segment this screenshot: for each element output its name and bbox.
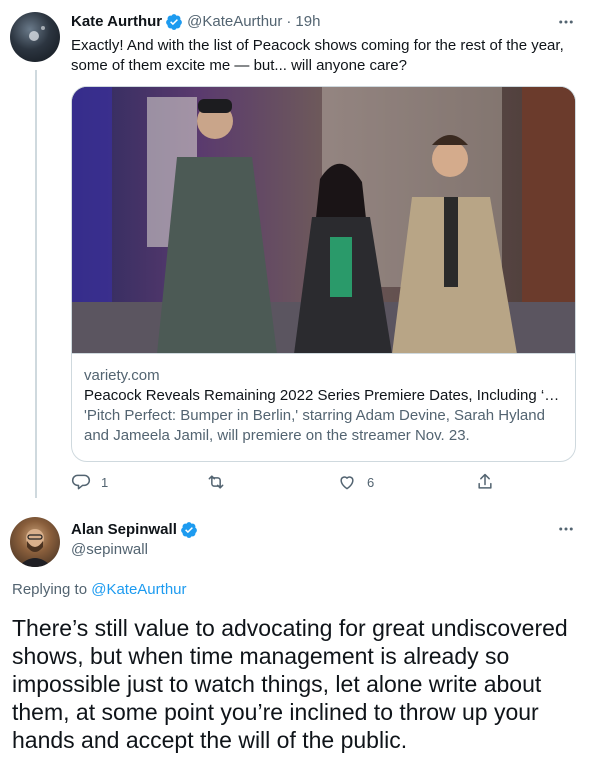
replying-prefix: Replying to xyxy=(12,581,88,598)
tweet-header: Alan Sepinwall @sepinwall xyxy=(71,520,198,560)
card-image[interactable] xyxy=(72,87,575,354)
author-handle[interactable]: @sepinwall xyxy=(71,540,198,560)
timestamp[interactable]: 19h xyxy=(295,12,320,32)
replying-to: Replying to @KateAurthur xyxy=(12,580,187,600)
link-card[interactable]: variety.com Peacock Reveals Remaining 20… xyxy=(71,86,576,462)
thread-connector-line xyxy=(35,70,37,498)
tweet-content: Kate Aurthur @KateAurthur · 19h Exactly!… xyxy=(71,12,581,76)
replying-to-link[interactable]: @KateAurthur xyxy=(91,581,186,598)
like-icon xyxy=(340,476,354,490)
reply-button[interactable]: 1 xyxy=(71,472,108,492)
avatar-photo-icon xyxy=(29,26,45,41)
retweet-button[interactable] xyxy=(205,472,237,492)
author-name[interactable]: Alan Sepinwall xyxy=(71,520,177,540)
card-domain: variety.com xyxy=(84,367,160,384)
avatar[interactable] xyxy=(10,517,60,567)
verified-badge-icon xyxy=(180,522,197,538)
verified-badge-icon xyxy=(166,14,182,30)
more-icon xyxy=(559,527,573,531)
tweet-text: Exactly! And with the list of Peacock sh… xyxy=(71,37,564,74)
card-body: variety.com Peacock Reveals Remaining 20… xyxy=(72,354,575,446)
tweet-actions: 1 6 xyxy=(71,472,511,496)
author-name[interactable]: Kate Aurthur xyxy=(71,12,162,32)
avatar-photo-icon xyxy=(18,529,52,567)
share-icon xyxy=(478,473,492,489)
card-description: 'Pitch Perfect: Bumper in Berlin,' starr… xyxy=(84,407,545,444)
author-handle[interactable]: @KateAurthur xyxy=(187,12,282,32)
separator-dot: · xyxy=(286,13,292,30)
reply-icon xyxy=(71,474,91,490)
card-title[interactable]: Peacock Reveals Remaining 2022 Series Pr… xyxy=(84,386,563,406)
card-photo-icon xyxy=(72,87,575,353)
tweet-text: There’s still value to advocating for gr… xyxy=(12,615,568,753)
tweet-header: Kate Aurthur @KateAurthur · 19h xyxy=(71,12,581,32)
reply-count: 1 xyxy=(101,474,109,490)
like-button[interactable]: 6 xyxy=(337,472,374,492)
more-button[interactable] xyxy=(556,519,576,539)
more-button[interactable] xyxy=(556,12,576,32)
avatar[interactable] xyxy=(10,12,60,62)
more-icon xyxy=(559,20,573,24)
share-button[interactable] xyxy=(475,472,495,492)
like-count: 6 xyxy=(367,474,375,490)
retweet-icon xyxy=(208,475,224,489)
